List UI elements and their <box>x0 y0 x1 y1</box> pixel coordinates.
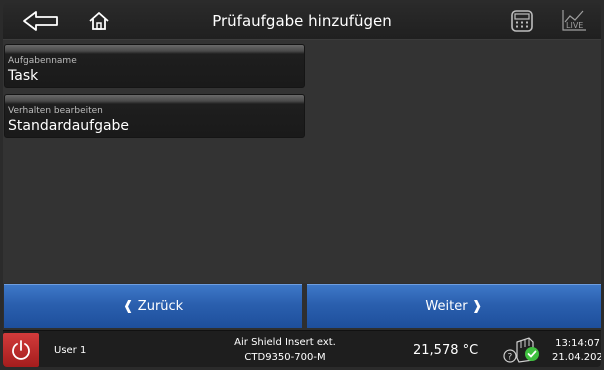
device-name: Air Shield Insert ext. <box>234 337 336 348</box>
back-button[interactable] <box>21 7 61 35</box>
live-label: LIVE <box>566 21 583 30</box>
behavior-label: Verhalten bearbeiten <box>8 106 103 116</box>
calculator-icon <box>511 10 533 32</box>
device-ok-icon: ? <box>503 337 539 363</box>
live-chart-button[interactable]: LIVE <box>559 7 589 35</box>
weiter-button[interactable]: Weiter ❱ <box>307 284 601 328</box>
date-readout: 21.04.2022 <box>552 352 601 363</box>
temperature-readout: 21,578 °C <box>413 343 479 358</box>
app-window: Prüfaufgabe hinzufügen LIVE Aufgabenname… <box>3 3 601 367</box>
power-button[interactable] <box>3 333 39 367</box>
main-content: Aufgabenname Task Verhalten bearbeiten S… <box>3 40 601 283</box>
task-name-field[interactable]: Aufgabenname Task <box>4 44 305 88</box>
behavior-field[interactable]: Verhalten bearbeiten Standardaufgabe <box>4 94 305 138</box>
power-icon <box>12 340 30 360</box>
live-chart-icon: LIVE <box>562 10 586 31</box>
home-icon <box>89 12 109 30</box>
status-bar: User 1 Air Shield Insert ext. CTD9350-70… <box>3 330 601 367</box>
calculator-button[interactable] <box>509 7 535 35</box>
clock: 13:14:07 21.04.2022 <box>552 337 601 365</box>
back-arrow-icon <box>23 11 58 31</box>
behavior-value: Standardaufgabe <box>8 118 130 134</box>
time-readout: 13:14:07 <box>555 338 600 349</box>
home-button[interactable] <box>85 7 113 35</box>
device-info: Air Shield Insert ext. CTD9350-700-M <box>215 335 355 365</box>
header-bar: Prüfaufgabe hinzufügen LIVE <box>3 3 601 40</box>
device-status-button[interactable]: ? <box>501 334 543 366</box>
device-model: CTD9350-700-M <box>244 352 326 363</box>
zurueck-button[interactable]: ❰ Zurück <box>4 284 302 328</box>
task-name-value: Task <box>8 68 39 84</box>
current-user: User 1 <box>54 345 87 356</box>
task-name-label: Aufgabenname <box>8 56 77 66</box>
svg-text:?: ? <box>508 353 513 363</box>
